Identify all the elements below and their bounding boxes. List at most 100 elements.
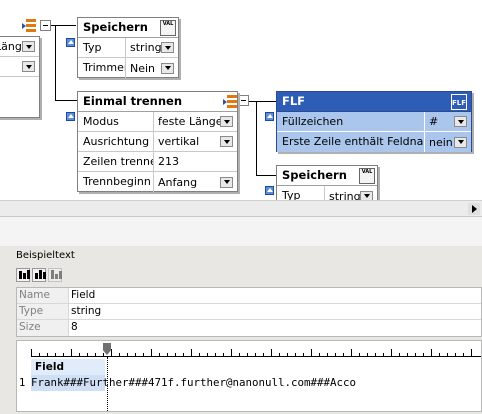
collapse-icon[interactable] (66, 38, 75, 47)
collapse-icon[interactable] (265, 112, 274, 121)
pane-splitter[interactable] (0, 216, 482, 246)
dropdown-icon[interactable] (454, 136, 467, 148)
ruler-tick (303, 353, 304, 356)
row-label: Trimmen (78, 58, 126, 78)
line-number: 1 (19, 377, 26, 389)
ruler-tick (71, 349, 72, 356)
val-icon[interactable]: VAL (359, 168, 375, 184)
toolbar-columns-icon[interactable] (48, 268, 62, 282)
box-row: Ausrichtung vertikal (78, 132, 237, 152)
property-value[interactable]: string (69, 304, 481, 319)
ruler-tick (311, 349, 312, 356)
property-value[interactable]: Field (69, 288, 481, 303)
box-title: Speichern (83, 20, 148, 34)
ruler-tick (255, 353, 256, 356)
speichern-box-2[interactable]: Speichern VAL Typ string (276, 165, 378, 206)
dropdown-icon[interactable] (220, 116, 233, 127)
ruler-tick (415, 353, 416, 356)
ruler-tick (191, 349, 192, 356)
row-value: string (130, 41, 161, 54)
ruler-tick (423, 353, 424, 356)
connector-line (256, 101, 257, 175)
ruler-tick (47, 353, 48, 356)
flow-icon[interactable] (22, 19, 36, 33)
column-ruler[interactable] (31, 347, 481, 357)
sample-text-viewer[interactable]: Field 1 Frank###Further###471f.further@n… (16, 340, 482, 412)
dropdown-icon[interactable] (22, 61, 35, 72)
row-label: Typ (78, 38, 126, 57)
ruler-tick (391, 349, 392, 356)
toolbar-columns-icon[interactable] (16, 268, 30, 282)
field-header[interactable]: Field (31, 359, 105, 375)
ruler-tick (327, 353, 328, 356)
dropdown-icon[interactable] (220, 136, 233, 147)
row-label: Trennbeginn (78, 172, 154, 192)
box-row (0, 77, 39, 97)
row-label: Zeilen trennen (78, 152, 154, 171)
row-value: nein (429, 135, 453, 149)
row-value[interactable]: 213 (158, 155, 237, 168)
dropdown-icon[interactable] (220, 176, 233, 188)
property-row: Name Field (17, 288, 481, 304)
box-row: Trimmen Nein (78, 58, 178, 78)
expand-toggle[interactable] (40, 20, 51, 31)
box-row: Zeilen trennen 213 (78, 152, 237, 172)
property-label: Size (17, 320, 69, 336)
row-value: vertikal (158, 135, 200, 148)
ruler-tick (63, 353, 64, 356)
ruler-tick (127, 353, 128, 356)
ruler-tick (79, 353, 80, 356)
collapse-icon[interactable] (66, 112, 75, 121)
dropdown-icon[interactable] (454, 116, 467, 127)
box-row: Erste Zeile enthält Feldnamen nein (277, 132, 471, 152)
ruler-tick (343, 353, 344, 356)
ruler-tick (167, 353, 168, 356)
ruler-tick (351, 349, 352, 356)
scroll-right-icon[interactable] (468, 203, 480, 215)
speichern-box-1[interactable]: Speichern VAL Typ string Trimmen Nein (77, 17, 179, 78)
ruler-tick (199, 353, 200, 356)
box-row: Modus feste Länge (78, 112, 237, 132)
row-value: feste Länge (158, 115, 220, 128)
connector-line (256, 175, 276, 176)
sample-text-pane: Beispieltext Name Field Type string Size… (0, 246, 482, 414)
property-value[interactable]: 8 (69, 320, 481, 336)
ruler-tick (383, 353, 384, 356)
expand-toggle[interactable] (238, 95, 249, 106)
dropdown-icon[interactable] (161, 62, 174, 74)
ruler-tick (359, 353, 360, 356)
ruler-tick (287, 353, 288, 356)
row-value: Anfang (158, 175, 198, 189)
ruler-tick (455, 353, 456, 356)
ruler-tick (271, 349, 272, 356)
connector-line (55, 100, 77, 101)
box-title: FLF (282, 94, 306, 108)
box-title: Einmal trennen (83, 94, 183, 108)
box-row: Länge (0, 37, 39, 57)
horizontal-scrollbar[interactable] (0, 200, 482, 216)
row-label: Füllzeichen (277, 112, 425, 131)
row-label: Ausrichtung (78, 132, 154, 151)
toolbar (16, 268, 62, 286)
ruler-tick (471, 349, 472, 356)
property-row: Size 8 (17, 320, 481, 336)
flow-icon[interactable] (223, 95, 237, 109)
toolbar-columns-icon[interactable] (32, 268, 46, 282)
ruler-tick (263, 353, 264, 356)
ruler-tick (295, 353, 296, 356)
collapse-icon[interactable] (265, 186, 274, 195)
dropdown-icon[interactable] (22, 41, 35, 52)
flf-box[interactable]: FLF FLF Füllzeichen # Erste Zeile enthäl… (276, 91, 472, 152)
flf-badge-icon[interactable]: FLF (451, 94, 467, 110)
dropdown-icon[interactable] (161, 42, 174, 53)
component-box-partial[interactable]: Länge (0, 36, 40, 118)
ruler-tick (175, 353, 176, 356)
ruler-tick (231, 349, 232, 356)
row-label: Erste Zeile enthält Feldnamen (277, 132, 425, 152)
mapping-canvas[interactable]: Länge Speichern VAL Typ string Trimmen N… (0, 0, 482, 216)
val-icon[interactable]: VAL (160, 20, 176, 36)
row-value: # (429, 115, 439, 128)
ruler-tick (111, 349, 112, 356)
einmal-trennen-box[interactable]: Einmal trennen Modus feste Länge Ausrich… (77, 91, 238, 192)
ruler-tick (335, 353, 336, 356)
